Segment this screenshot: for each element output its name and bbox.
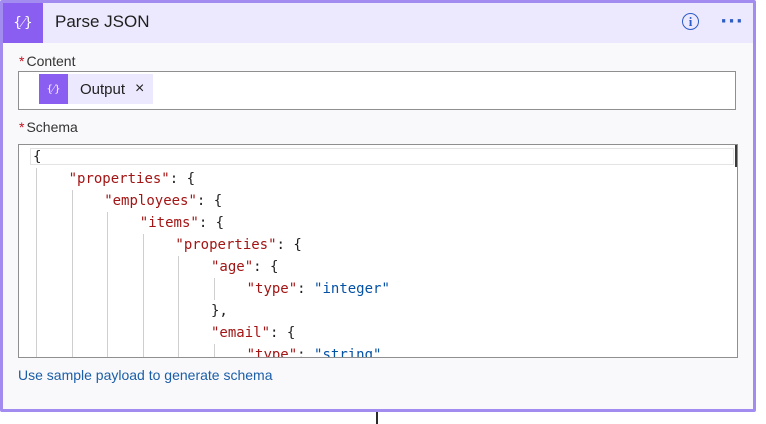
code-line: "properties": {: [175, 234, 301, 256]
close-icon[interactable]: ×: [135, 80, 144, 98]
json-key: "type": [246, 281, 298, 297]
json-punctuation: : {: [169, 171, 196, 187]
schema-editor[interactable]: {"properties": {"employees": {"items": {…: [18, 144, 738, 358]
json-key: "email": [211, 325, 271, 341]
current-line-highlight: [30, 148, 734, 165]
code-line: "type": "string": [246, 344, 382, 358]
editor-scrollbar[interactable]: [735, 145, 737, 167]
required-marker: *: [19, 119, 25, 135]
code-line: "email": {: [211, 322, 295, 344]
parse-json-action-card: {⁄} Parse JSON i ··· * Content {⁄} Output…: [0, 0, 756, 412]
indent-guide: [71, 190, 73, 357]
code-braces-icon: {⁄}: [3, 3, 43, 43]
action-header[interactable]: {⁄} Parse JSON i ···: [3, 3, 753, 43]
required-marker: *: [19, 53, 25, 69]
json-punctuation: : {: [196, 193, 223, 209]
dynamic-content-token[interactable]: {⁄} Output ×: [39, 74, 153, 104]
indent-guide: [178, 256, 180, 357]
json-punctuation: },: [211, 303, 228, 319]
action-title[interactable]: Parse JSON: [55, 12, 149, 32]
code-line: },: [211, 300, 228, 322]
token-label: Output: [80, 80, 126, 98]
content-input[interactable]: {⁄} Output ×: [18, 71, 736, 110]
json-key: "properties": [68, 171, 170, 187]
code-line: "type": "integer": [247, 278, 390, 300]
code-line: "employees": {: [104, 190, 222, 212]
json-punctuation: : {: [198, 215, 225, 231]
indent-guide: [142, 234, 144, 357]
json-punctuation: :: [297, 281, 315, 297]
json-punctuation: : {: [253, 259, 279, 275]
code-braces-icon: {⁄}: [39, 74, 68, 104]
generate-schema-link[interactable]: Use sample payload to generate schema: [18, 367, 272, 383]
json-key: "age": [211, 259, 254, 275]
json-key: "type": [246, 347, 298, 358]
json-key: "items": [139, 215, 199, 231]
json-punctuation: : {: [270, 325, 296, 341]
json-key: "properties": [175, 237, 277, 253]
content-label: * Content: [19, 53, 76, 69]
info-icon[interactable]: i: [682, 13, 699, 30]
json-value: "integer": [314, 281, 390, 297]
indent-guide: [36, 168, 37, 357]
json-value: "string": [314, 347, 382, 358]
indent-guide: [214, 344, 215, 357]
json-punctuation: :: [297, 347, 315, 358]
json-punctuation: {: [33, 149, 42, 165]
flow-connector: [376, 412, 378, 424]
json-punctuation: : {: [276, 237, 302, 253]
code-line: {: [33, 146, 41, 168]
code-line: "age": {: [211, 256, 278, 278]
json-key: "employees": [104, 193, 197, 209]
content-label-text: Content: [26, 53, 76, 69]
code-line: "properties": {: [69, 168, 195, 190]
schema-label-text: Schema: [26, 119, 78, 135]
more-options-icon[interactable]: ···: [719, 10, 745, 32]
indent-guide: [214, 278, 215, 300]
code-line: "items": {: [140, 212, 224, 234]
schema-label: * Schema: [19, 119, 78, 135]
indent-guide: [107, 212, 109, 357]
